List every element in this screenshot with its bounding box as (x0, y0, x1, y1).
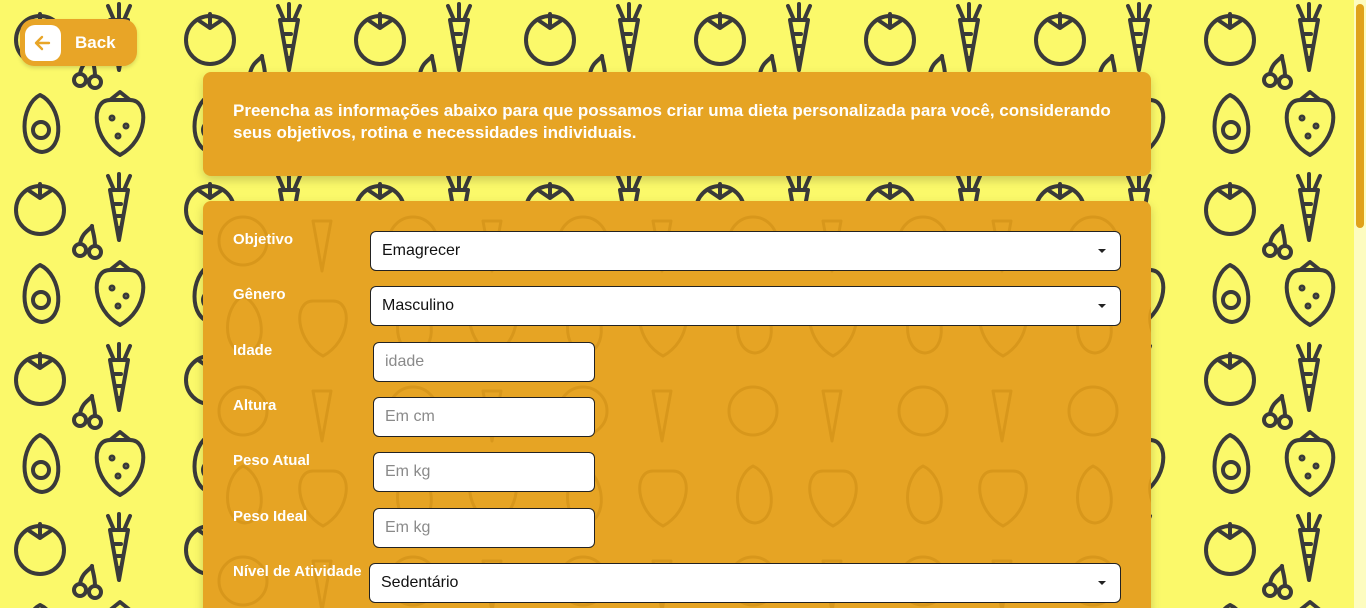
altura-input[interactable] (373, 397, 595, 437)
altura-row: Altura (233, 397, 1123, 437)
nivel-atividade-value: Sedentário (381, 574, 459, 591)
caret-down-icon (1098, 304, 1106, 308)
objetivo-select[interactable]: Emagrecer (370, 231, 1121, 271)
back-button[interactable]: Back (20, 19, 137, 66)
peso-ideal-label: Peso Ideal (233, 508, 308, 525)
nivel-atividade-row: Nível de Atividade Sedentário (233, 563, 1123, 603)
intro-card: Preencha as informações abaixo para que … (203, 72, 1151, 176)
diet-form: Objetivo Emagrecer Gênero Masculino Idad… (203, 201, 1151, 608)
intro-text: Preencha as informações abaixo para que … (233, 101, 1111, 142)
nivel-atividade-label: Nível de Atividade (233, 563, 362, 580)
peso-ideal-row: Peso Ideal (233, 508, 1123, 548)
peso-atual-label: Peso Atual (233, 452, 310, 469)
peso-atual-input[interactable] (373, 452, 595, 492)
peso-ideal-input[interactable] (373, 508, 595, 548)
objetivo-row: Objetivo Emagrecer (233, 231, 1123, 271)
genero-row: Gênero Masculino (233, 286, 1123, 326)
genero-value: Masculino (382, 297, 455, 314)
arrow-left-icon (25, 24, 61, 61)
objetivo-value: Emagrecer (382, 242, 461, 259)
genero-select[interactable]: Masculino (370, 286, 1121, 326)
caret-down-icon (1098, 581, 1106, 585)
back-button-label: Back (75, 32, 116, 52)
peso-atual-row: Peso Atual (233, 452, 1123, 492)
idade-label: Idade (233, 342, 273, 359)
genero-label: Gênero (233, 286, 286, 303)
nivel-atividade-select[interactable]: Sedentário (369, 563, 1121, 603)
scrollbar-thumb[interactable] (1356, 4, 1364, 228)
idade-row: Idade (233, 342, 1123, 382)
objetivo-label: Objetivo (233, 231, 294, 248)
altura-label: Altura (233, 397, 277, 414)
idade-input[interactable] (373, 342, 595, 382)
caret-down-icon (1098, 249, 1106, 253)
